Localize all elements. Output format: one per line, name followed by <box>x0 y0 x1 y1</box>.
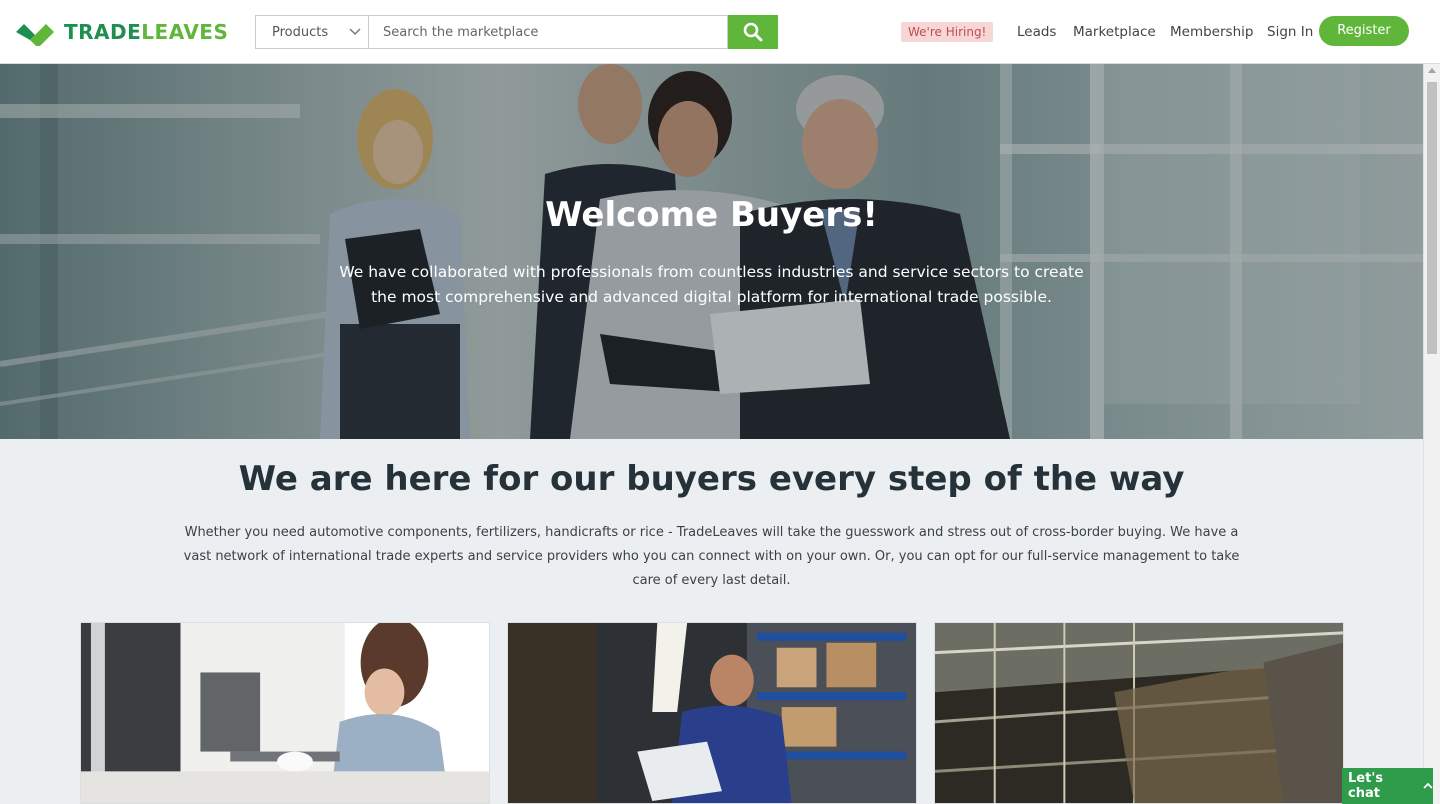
search-bar: Products <box>255 15 778 49</box>
nav-sign-in[interactable]: Sign In <box>1267 22 1313 42</box>
section-title: We are here for our buyers every step of… <box>238 459 1185 499</box>
section-description: Whether you need automotive components, … <box>183 525 1240 588</box>
chat-button[interactable]: Let's chat <box>1342 768 1433 804</box>
scroll-thumb[interactable] <box>1427 82 1437 354</box>
search-icon <box>743 22 763 42</box>
leaf-logo-icon <box>16 24 54 46</box>
feature-card-3[interactable] <box>934 622 1344 804</box>
logo-text-leaves: LEAVES <box>141 20 229 44</box>
category-select[interactable]: Products <box>255 15 368 49</box>
chevron-down-icon <box>349 28 361 36</box>
card-image-glass-building <box>935 623 1343 803</box>
card-image-woman-laptop <box>81 623 489 803</box>
nav-membership[interactable]: Membership <box>1170 22 1253 42</box>
chevron-up-icon <box>1423 782 1433 789</box>
hero-overlay <box>0 64 1423 439</box>
hero-subtitle: We have collaborated with professionals … <box>339 263 1084 306</box>
chat-label: Let's chat <box>1348 771 1384 801</box>
hero-title: Welcome Buyers! <box>545 195 878 235</box>
hero-banner: Welcome Buyers! We have collaborated wit… <box>0 64 1423 439</box>
register-button[interactable]: Register <box>1319 16 1409 46</box>
category-select-value: Products <box>272 24 329 40</box>
feature-card-2[interactable] <box>507 622 917 804</box>
site-logo[interactable]: TRADELEAVES <box>16 18 228 46</box>
scroll-up-arrow-icon[interactable] <box>1428 68 1436 73</box>
search-button[interactable] <box>728 15 778 49</box>
feature-card-1[interactable] <box>80 622 490 804</box>
card-image-warehouse-worker <box>508 623 916 803</box>
logo-wordmark: TRADELEAVES <box>64 20 228 44</box>
nav-leads[interactable]: Leads <box>1017 22 1056 42</box>
logo-text-trade: TRADE <box>64 20 142 44</box>
page-scrollbar[interactable] <box>1423 64 1440 804</box>
search-input[interactable] <box>368 15 728 49</box>
site-header: TRADELEAVES Products We're Hiring! Leads… <box>0 0 1440 64</box>
hiring-badge[interactable]: We're Hiring! <box>901 22 994 42</box>
nav-marketplace[interactable]: Marketplace <box>1073 22 1156 42</box>
